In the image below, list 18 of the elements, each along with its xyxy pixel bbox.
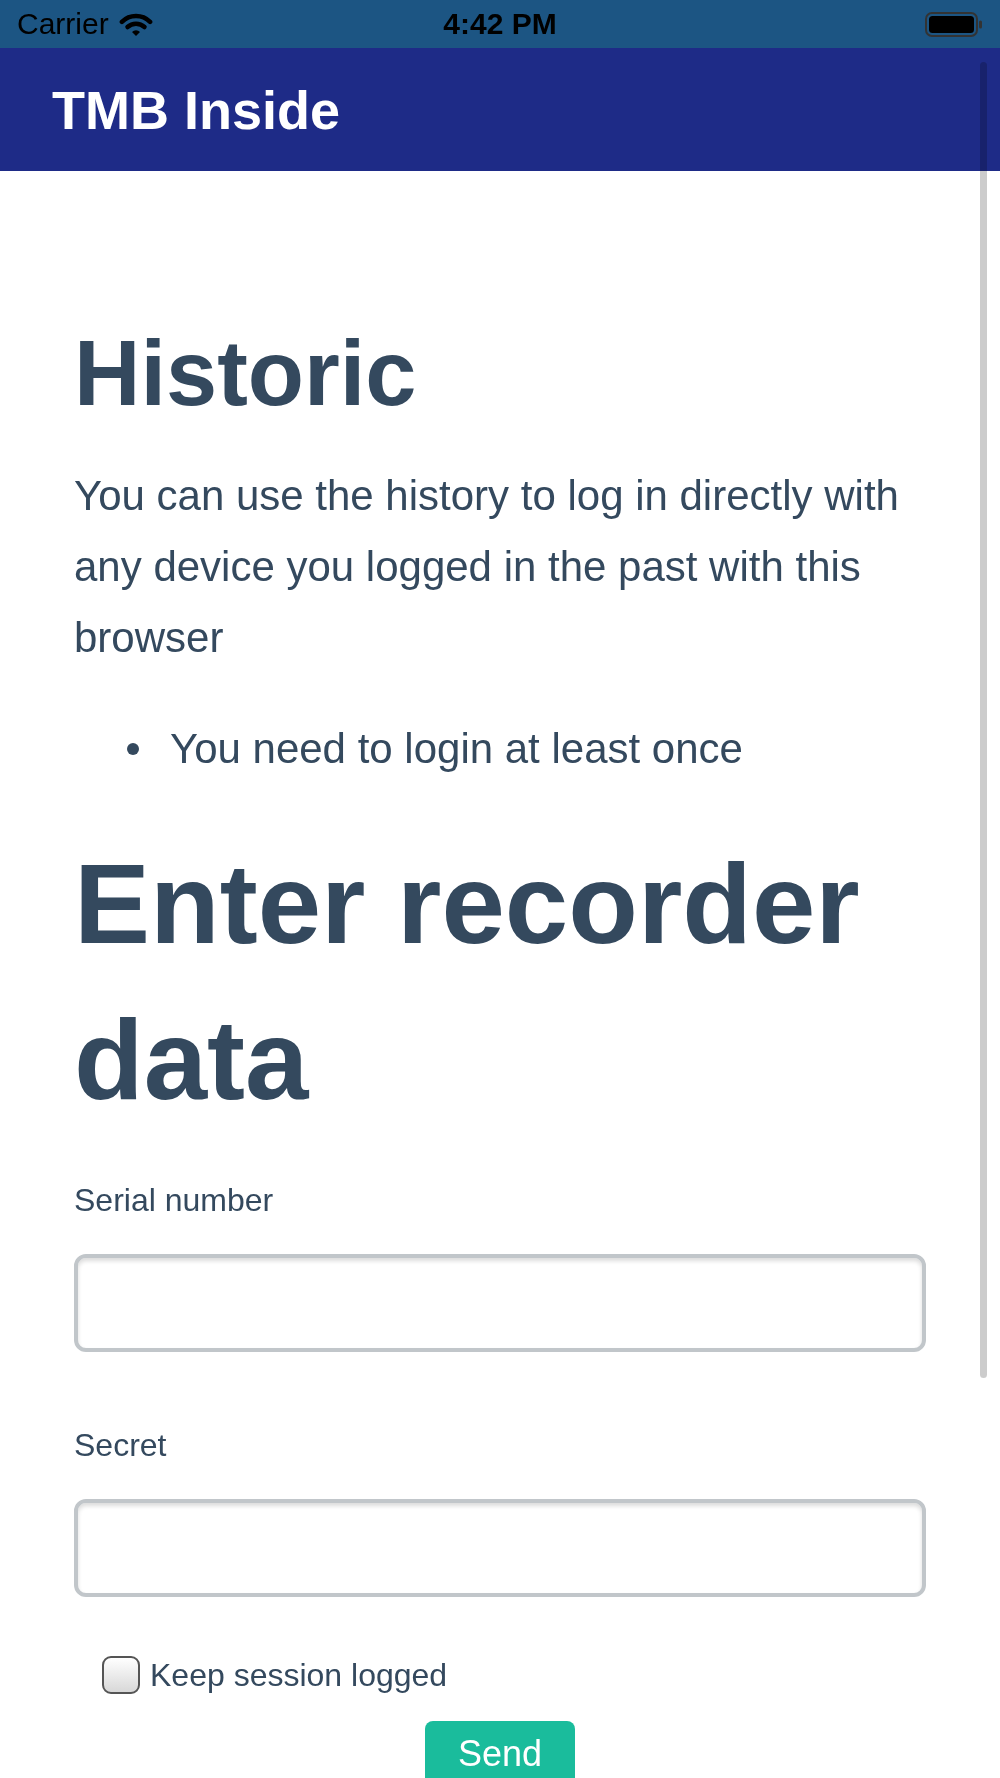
section-heading: Enter recorder data (74, 839, 861, 1125)
carrier-name: Carrier (17, 6, 109, 42)
section-heading: Historic (74, 321, 418, 426)
checkbox-label: Keep session logged (150, 1656, 448, 1695)
input-field[interactable] (74, 1499, 926, 1597)
checkbox[interactable] (102, 1656, 140, 1694)
description-paragraph: You can use the history to log in directly with any device you logged in the past with this browser (74, 471, 900, 663)
bullet-icon (127, 742, 139, 755)
send-button[interactable]: Send (425, 1721, 575, 1778)
input-field[interactable] (74, 1254, 926, 1352)
wifi-icon (118, 12, 153, 36)
app-title: TMB Inside (52, 78, 340, 142)
battery-icon (925, 11, 983, 37)
scrollbar[interactable] (980, 62, 987, 1378)
field-label: Secret (74, 1426, 168, 1465)
bullet-text: You need to login at least once (170, 724, 743, 774)
field-label: Serial number (74, 1181, 275, 1220)
time: 4:42 PM (443, 6, 557, 42)
